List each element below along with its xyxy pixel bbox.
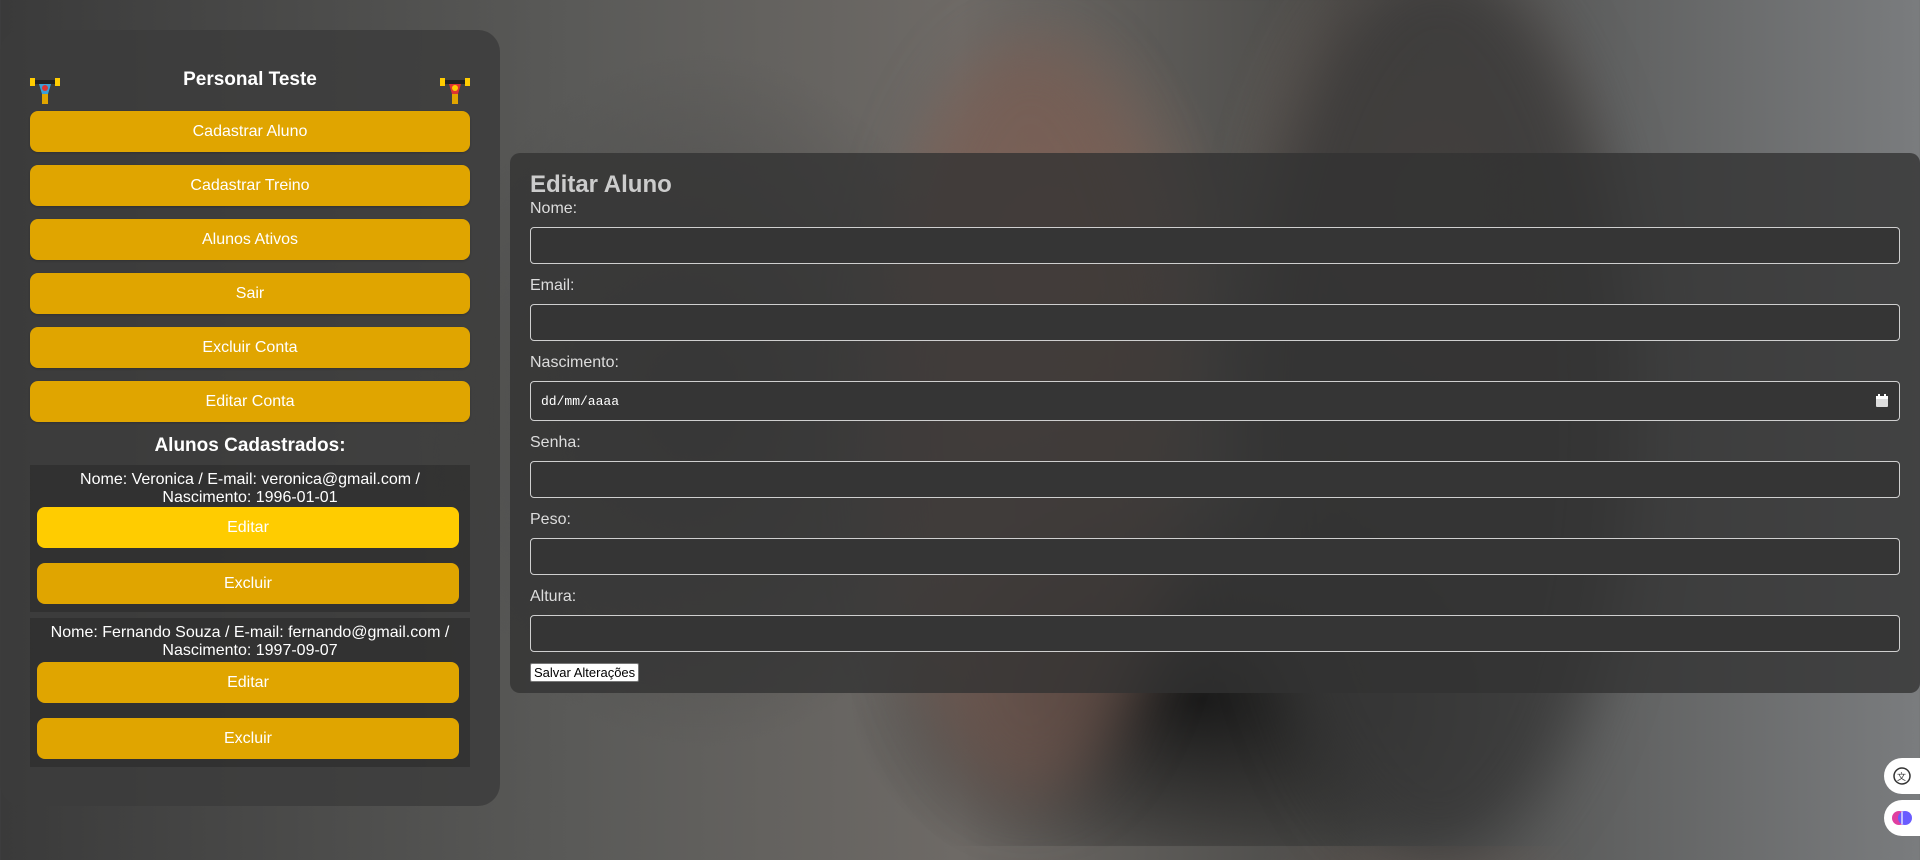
editar-conta-button[interactable]: Editar Conta <box>30 381 470 422</box>
altura-label: Altura: <box>530 588 577 605</box>
delete-student-button[interactable]: Excluir <box>37 563 459 604</box>
calendar-icon[interactable] <box>1875 394 1889 408</box>
delete-student-button[interactable]: Excluir <box>37 718 459 759</box>
date-placeholder: dd/mm/aaaa <box>541 393 620 409</box>
alunos-ativos-button[interactable]: Alunos Ativos <box>30 219 470 260</box>
nome-label: Nome: <box>530 200 578 217</box>
student-card: Nome: Veronica / E-mail: veronica@gmail.… <box>30 465 470 612</box>
nascimento-date-input[interactable]: dd/mm/aaaa <box>530 381 1900 421</box>
edit-student-panel: Editar Aluno Nome: Email: Nascimento: dd… <box>510 153 1920 693</box>
edit-panel-title: Editar Aluno <box>530 171 672 198</box>
email-label: Email: <box>530 277 575 294</box>
sidebar-title: Personal Teste <box>183 69 317 90</box>
edit-student-button[interactable]: Editar <box>37 662 459 703</box>
peso-label: Peso: <box>530 511 571 528</box>
senha-label: Senha: <box>530 434 581 451</box>
senha-input[interactable] <box>530 461 1900 498</box>
dumbbell-man-icon <box>30 78 60 104</box>
altura-input[interactable] <box>530 615 1900 652</box>
nascimento-label: Nascimento: <box>530 354 619 371</box>
student-card: Nome: Fernando Souza / E-mail: fernando@… <box>30 618 470 767</box>
sair-button[interactable]: Sair <box>30 273 470 314</box>
edit-student-button[interactable]: Editar <box>37 507 459 548</box>
extension-button[interactable] <box>1884 800 1920 836</box>
cadastrar-treino-button[interactable]: Cadastrar Treino <box>30 165 470 206</box>
excluir-conta-button[interactable]: Excluir Conta <box>30 327 470 368</box>
student-info: Nome: Veronica / E-mail: veronica@gmail.… <box>80 471 420 506</box>
email-input[interactable] <box>530 304 1900 341</box>
sidebar: Personal Teste Cadastrar Aluno Cadastrar… <box>0 30 500 806</box>
save-changes-button[interactable]: Salvar Alterações <box>530 663 640 682</box>
translate-button[interactable]: 文 <box>1884 758 1920 794</box>
svg-text:文: 文 <box>1897 771 1906 783</box>
students-section-title: Alunos Cadastrados: <box>154 435 346 456</box>
sidebar-header: Personal Teste <box>30 58 470 118</box>
peso-input[interactable] <box>530 538 1900 575</box>
dumbbell-man-icon <box>440 78 470 104</box>
brain-icon <box>1892 811 1912 825</box>
student-info: Nome: Fernando Souza / E-mail: fernando@… <box>50 624 450 659</box>
nome-input[interactable] <box>530 227 1900 264</box>
translate-icon: 文 <box>1893 767 1911 785</box>
